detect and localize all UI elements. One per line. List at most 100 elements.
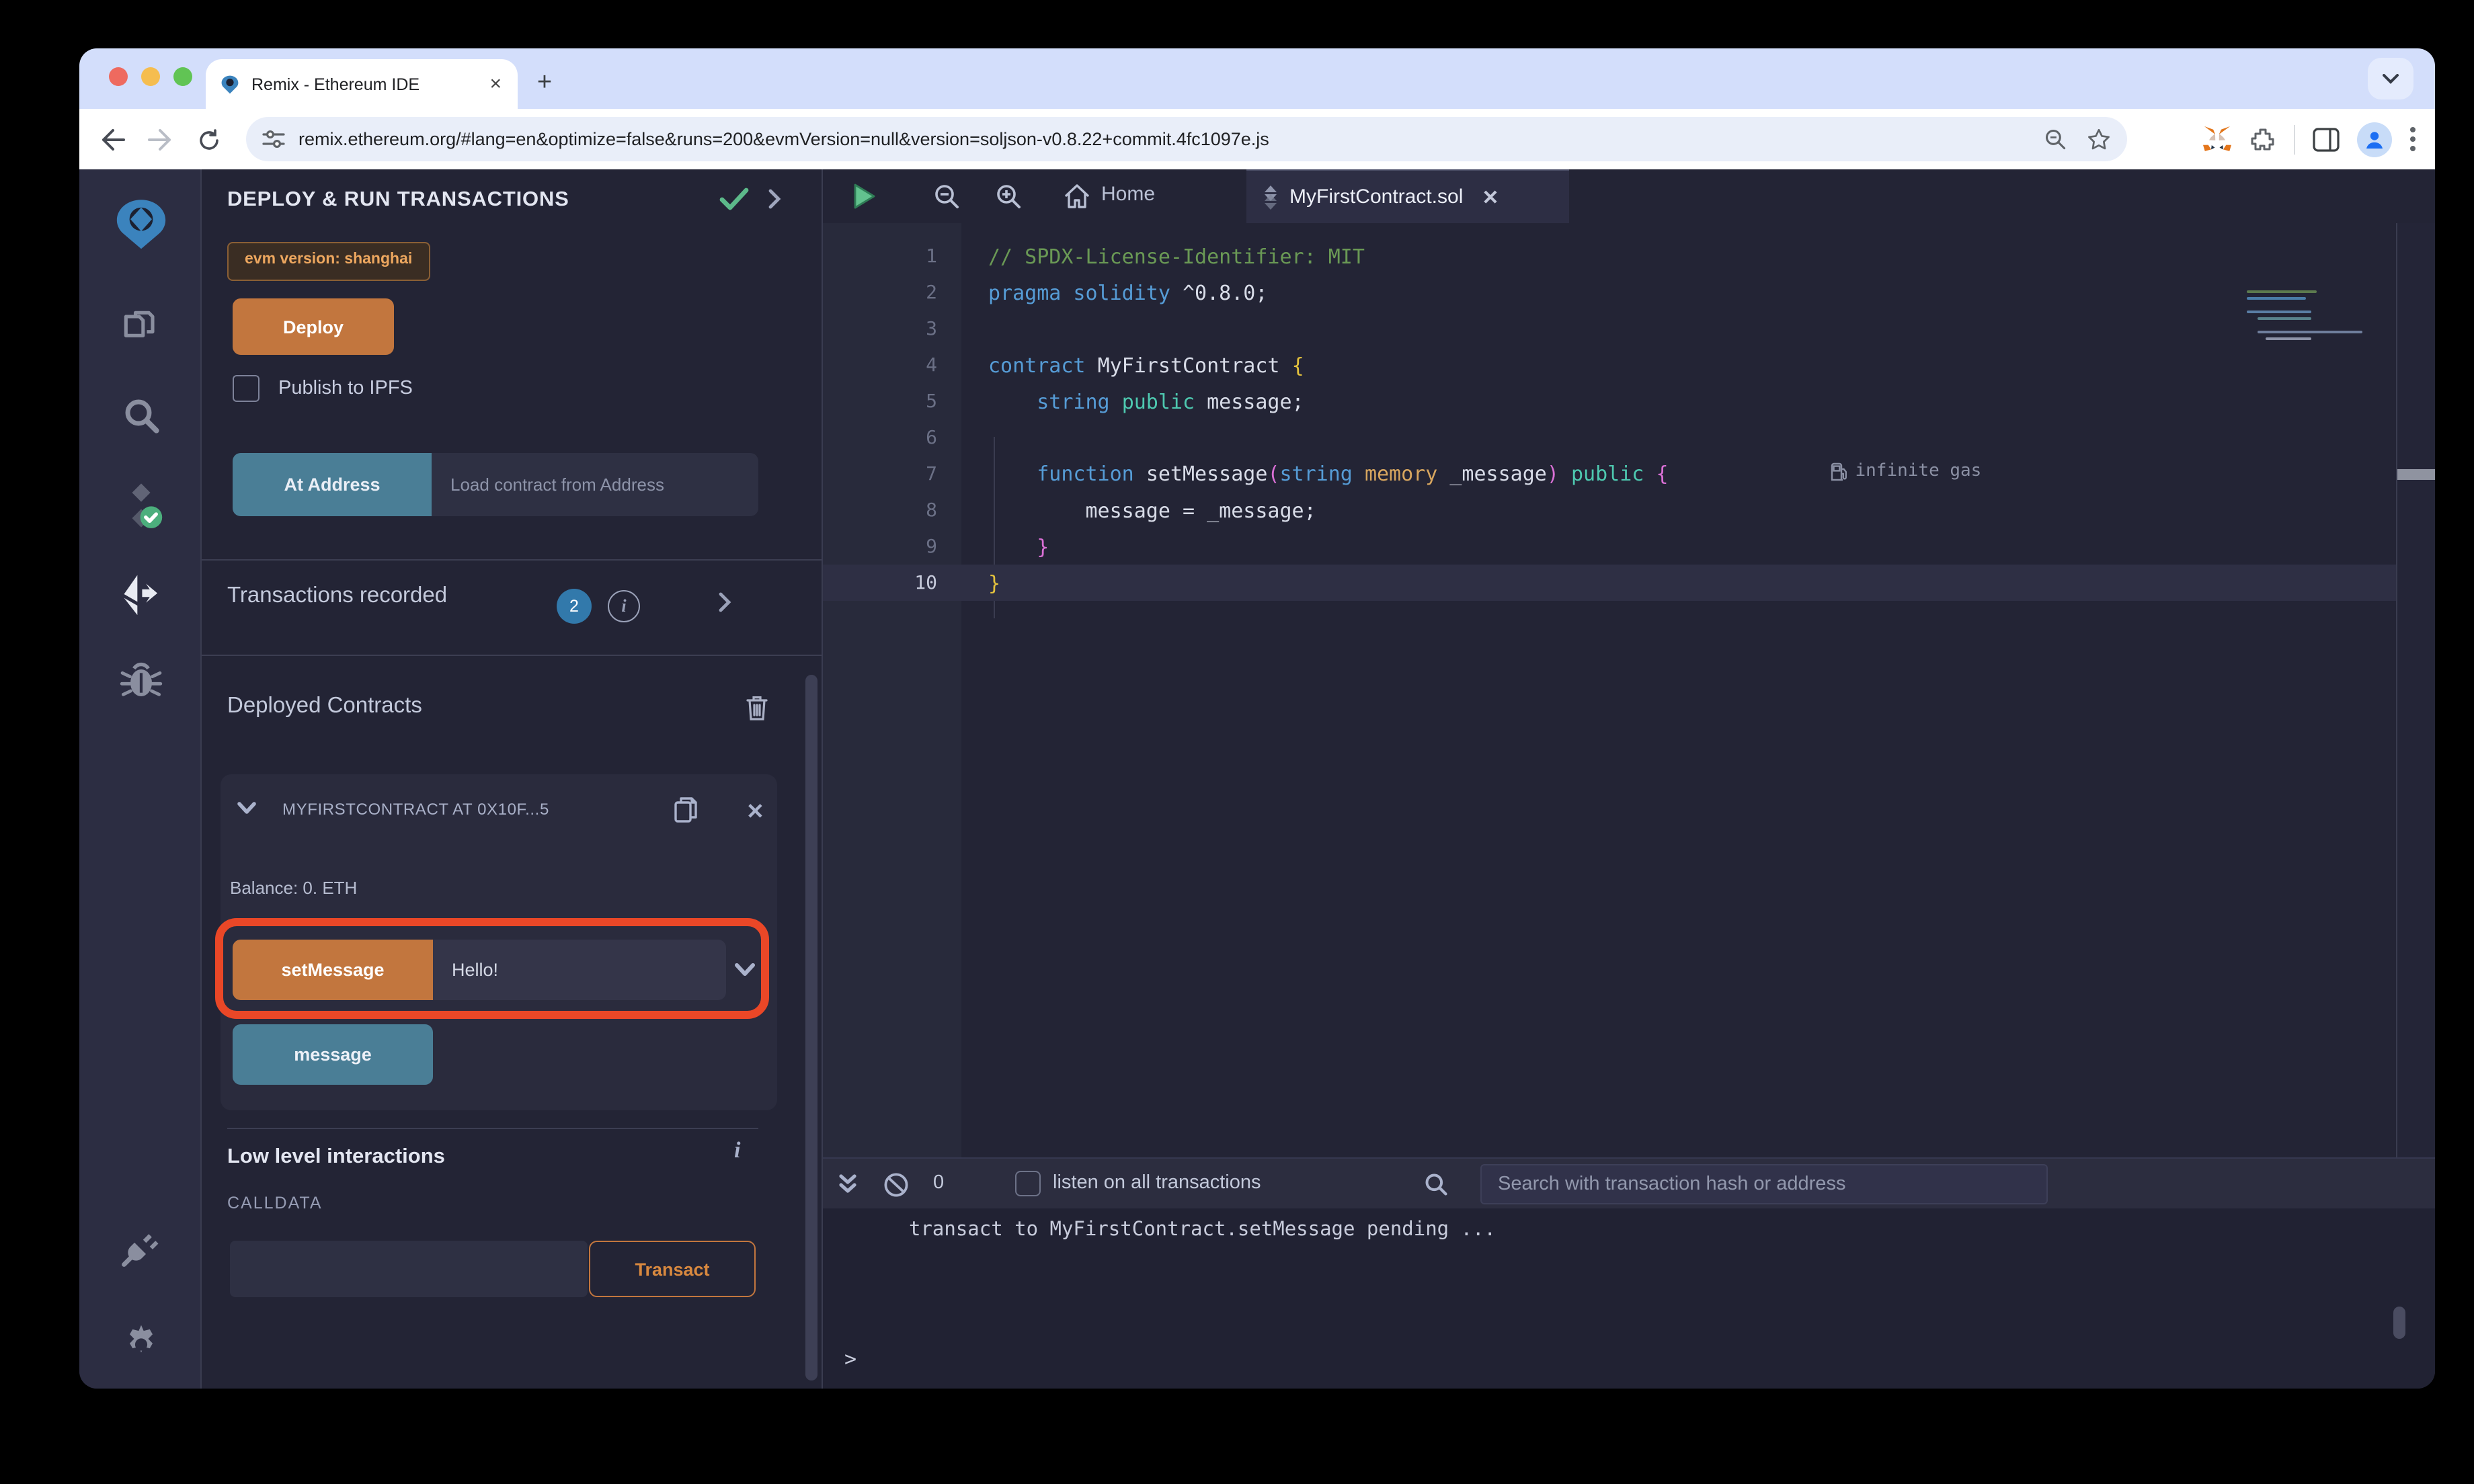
listen-all-label[interactable]: listen on all transactions [1053,1172,1261,1194]
panel-expand-chevron-icon[interactable] [768,188,781,210]
tab-close-icon[interactable]: × [487,74,504,94]
set-message-input[interactable] [433,940,726,1000]
chevron-down-icon [2383,73,2399,83]
set-message-button[interactable]: setMessage [233,940,433,1000]
contract-close-icon[interactable]: ✕ [746,798,764,825]
overview-ruler-marker [2397,469,2435,480]
terminal-log[interactable]: transact to MyFirstContract.setMessage p… [823,1208,2435,1389]
listen-all-checkbox[interactable] [1015,1171,1041,1196]
plugin-manager-icon[interactable] [79,1225,202,1270]
code-line[interactable]: 7 function setMessage(string memory _mes… [823,456,2396,492]
code-text: pragma solidity ^0.8.0; [988,280,1268,304]
expand-args-chevron-icon[interactable] [734,962,756,977]
bookmark-star-icon[interactable] [2087,127,2111,151]
code-line[interactable]: 1 // SPDX-License-Identifier: MIT [823,238,2396,274]
zoom-in-icon[interactable] [992,180,1025,212]
remix-logo-icon[interactable] [79,196,202,250]
terminal-prompt[interactable]: > [844,1347,856,1371]
site-settings-tune-icon[interactable] [262,129,285,149]
terminal-search-input[interactable] [1480,1164,2048,1204]
search-icon[interactable] [79,394,202,437]
code-line[interactable]: 3 [823,311,2396,347]
minimize-window-button[interactable] [141,67,160,86]
browser-window: Remix - Ethereum IDE × + remix.ethereum.… [79,48,2435,1389]
screen: Remix - Ethereum IDE × + remix.ethereum.… [0,0,2474,1484]
url-text[interactable]: remix.ethereum.org/#lang=en&optimize=fal… [298,129,2044,149]
close-window-button[interactable] [109,67,128,86]
forward-button[interactable] [144,124,176,156]
code-text: string public message; [1037,389,1304,413]
code-editor[interactable]: 1 // SPDX-License-Identifier: MIT 2 pragma … [823,223,2396,1157]
clear-console-ban-icon[interactable] [879,1168,912,1200]
new-tab-button[interactable]: + [527,66,562,101]
zoom-indicator-icon[interactable] [2044,127,2068,151]
settings-gear-icon[interactable] [79,1316,202,1362]
transactions-info-icon[interactable]: i [608,590,640,622]
line-number: 10 [914,572,937,593]
code-line[interactable]: 4 contract MyFirstContract { [823,347,2396,383]
deploy-button[interactable]: Deploy [233,298,394,355]
load-address-input[interactable] [432,453,758,516]
deploy-run-icon[interactable] [79,571,202,617]
terminal-collapse-double-chevron-icon[interactable] [831,1168,863,1200]
reload-button[interactable] [192,124,225,156]
code-line[interactable]: 5 string public message; [823,383,2396,419]
browser-tabstrip: Remix - Ethereum IDE × + [79,48,2435,109]
gas-estimate-annotation: infinite gas [1830,462,1981,482]
macos-traffic-lights[interactable] [109,67,192,86]
publish-ipfs-label[interactable]: Publish to IPFS [278,378,413,399]
back-button[interactable] [97,124,129,156]
url-bar[interactable]: remix.ethereum.org/#lang=en&optimize=fal… [246,117,2127,161]
contract-collapse-chevron-icon[interactable] [237,801,257,815]
solidity-compiler-icon[interactable] [79,480,202,531]
code-text: // SPDX-License-Identifier: MIT [988,244,1365,268]
icon-rail [79,169,202,1389]
at-address-button[interactable]: At Address [233,453,432,516]
low-level-title: Low level interactions [227,1145,445,1168]
publish-ipfs-checkbox[interactable] [233,375,260,402]
code-line[interactable]: 9 } [823,528,2396,565]
code-line[interactable]: 2 pragma solidity ^0.8.0; [823,274,2396,311]
calldata-input[interactable] [230,1241,588,1297]
zoom-out-icon[interactable] [930,180,963,212]
code-line[interactable]: 8 message = _message; [823,492,2396,528]
debugger-icon[interactable] [79,659,202,702]
kebab-menu-icon[interactable] [2409,126,2416,152]
editor-tabbar: Home MyFirstContract.sol ✕ [823,169,2435,223]
run-script-play-icon[interactable] [848,180,881,212]
divider [227,1128,758,1129]
contract-title[interactable]: MYFIRSTCONTRACT AT 0X10F...5 [282,800,659,819]
terminal-log-line: transact to MyFirstContract.setMessage p… [909,1219,1496,1241]
code-lines: 1 // SPDX-License-Identifier: MIT 2 pragma … [823,238,2396,601]
code-line[interactable]: 6 [823,419,2396,456]
home-tab[interactable]: Home [1101,183,1155,206]
low-level-info-icon[interactable]: i [734,1137,740,1164]
file-tab-close-icon[interactable]: ✕ [1482,185,1499,209]
copy-icon[interactable] [674,796,699,825]
transactions-expand-chevron-icon[interactable] [718,591,731,613]
profile-avatar[interactable] [2357,122,2392,157]
browser-tab[interactable]: Remix - Ethereum IDE × [206,59,518,109]
home-icon[interactable] [1061,180,1093,212]
tab-search-chevron-button[interactable] [2368,58,2413,99]
file-tab-active[interactable]: MyFirstContract.sol ✕ [1246,169,1569,223]
code-text: } [988,534,1049,559]
extensions-puzzle-icon[interactable] [2249,126,2276,153]
overview-ruler[interactable] [2396,223,2435,1157]
divider [202,655,822,656]
panel-scrollbar[interactable] [805,675,817,1380]
zoom-window-button[interactable] [173,67,192,86]
terminal-scrollbar[interactable] [2393,1307,2405,1339]
transact-button[interactable]: Transact [589,1241,756,1297]
code-line[interactable]: 10} [823,565,2396,601]
minimap[interactable] [2247,290,2368,374]
code-text: function setMessage(string memory _messa… [1037,461,1982,487]
file-explorer-icon[interactable] [79,305,202,351]
side-panel-icon[interactable] [2313,127,2340,151]
trash-icon[interactable] [745,694,769,722]
metamask-icon[interactable] [2202,125,2232,153]
code-text: } [988,571,1001,595]
transactions-recorded-label: Transactions recorded [227,583,448,608]
line-number: 8 [926,499,937,521]
message-button[interactable]: message [233,1024,433,1085]
